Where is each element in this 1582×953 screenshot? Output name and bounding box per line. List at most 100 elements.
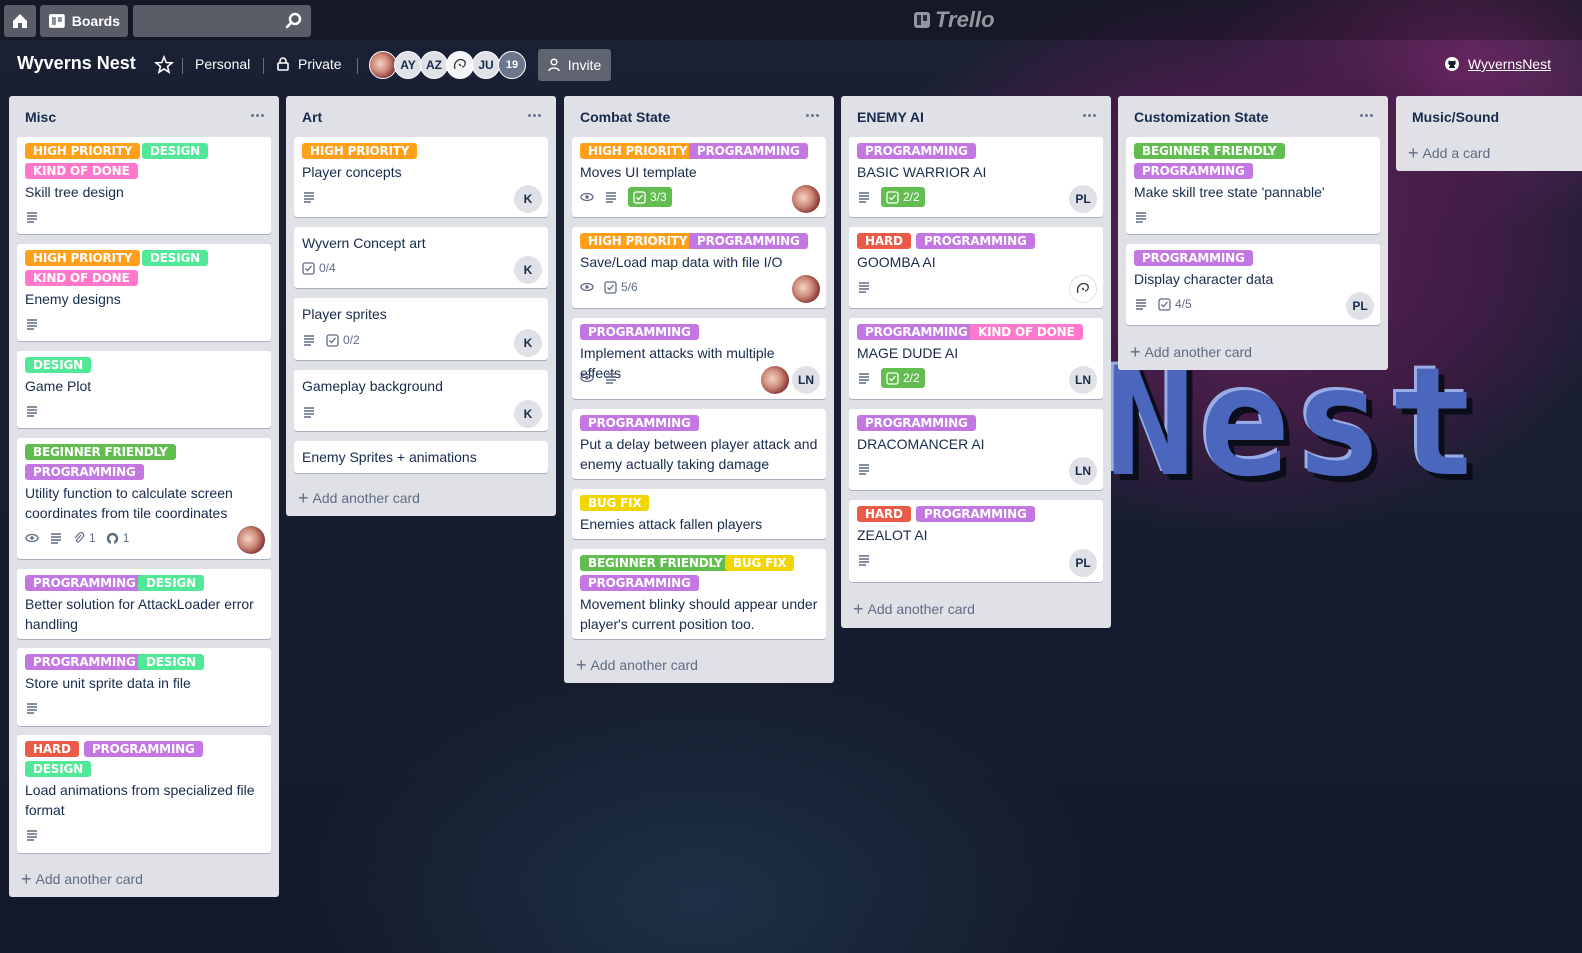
add-card-button[interactable]: + Add another card (1130, 341, 1252, 363)
card[interactable]: HIGH PRIORITY PROGRAMMING Save/Load map … (572, 227, 826, 308)
card-label[interactable]: PROGRAMMING (689, 233, 808, 249)
list-title[interactable]: Music/Sound (1412, 109, 1499, 125)
list-combat-state[interactable]: Combat State HIGH PRIORITY PROGRAMMING M… (564, 96, 834, 683)
add-card-button[interactable]: + Add a card (1408, 142, 1490, 164)
card-label[interactable]: DESIGN (25, 357, 91, 373)
card[interactable]: HARD PROGRAMMING GOOMBA AI (849, 227, 1103, 308)
card-member-avatar[interactable]: K (514, 400, 542, 428)
member-avatar[interactable]: AY (394, 51, 422, 79)
card[interactable]: BEGINNER FRIENDLY PROGRAMMING Utility fu… (17, 438, 271, 559)
card-label[interactable]: HARD (857, 233, 911, 249)
card[interactable]: PROGRAMMING KIND OF DONE MAGE DUDE AI 2/… (849, 318, 1103, 399)
card[interactable]: PROGRAMMING BASIC WARRIOR AI 2/2 PL (849, 137, 1103, 217)
card-label[interactable]: PROGRAMMING (84, 741, 203, 757)
list-title[interactable]: ENEMY AI (857, 109, 924, 125)
card-label[interactable]: BUG FIX (580, 495, 650, 511)
add-card-button[interactable]: + Add another card (853, 598, 975, 620)
star-icon[interactable] (153, 54, 175, 76)
card-label[interactable]: PROGRAMMING (916, 233, 1035, 249)
search-input[interactable] (133, 5, 311, 37)
list-enemy-ai[interactable]: ENEMY AI PROGRAMMING BASIC WARRIOR AI 2/… (841, 96, 1111, 628)
card[interactable]: HIGH PRIORITY DESIGN KIND OF DONE Skill … (17, 137, 271, 234)
card[interactable]: PROGRAMMING Display character data 4/5 P… (1126, 244, 1380, 325)
card-label[interactable]: HARD (857, 506, 911, 522)
card-member-avatar[interactable] (792, 185, 820, 213)
card[interactable]: BEGINNER FRIENDLY BUG FIX PROGRAMMING Mo… (572, 549, 826, 639)
card-label[interactable]: HIGH PRIORITY (25, 250, 141, 266)
card-member-avatar[interactable]: LN (792, 366, 820, 394)
card-label[interactable]: HIGH PRIORITY (25, 143, 141, 159)
list-title[interactable]: Customization State (1134, 109, 1269, 125)
trello-logo[interactable]: Trello (913, 6, 995, 34)
card-member-avatar[interactable] (761, 366, 789, 394)
boards-button[interactable]: Boards (40, 5, 128, 37)
card[interactable]: BUG FIX Enemies attack fallen players (572, 489, 826, 539)
card-member-avatar[interactable]: K (514, 185, 542, 213)
card[interactable]: BEGINNER FRIENDLY PROGRAMMING Make skill… (1126, 137, 1380, 234)
card[interactable]: PROGRAMMING DESIGN Better solution for A… (17, 569, 271, 639)
list-header[interactable]: Art (286, 96, 556, 134)
card-label[interactable]: PROGRAMMING (25, 575, 144, 591)
card[interactable]: HIGH PRIORITY DESIGN KIND OF DONE Enemy … (17, 244, 271, 341)
card-label[interactable]: DESIGN (25, 761, 91, 777)
card-label[interactable]: PROGRAMMING (25, 654, 144, 670)
card-label[interactable]: DESIGN (138, 654, 204, 670)
card[interactable]: HARD PROGRAMMING DESIGN Load animations … (17, 735, 271, 853)
card-member-avatar[interactable] (237, 526, 265, 554)
card[interactable]: PROGRAMMING DESIGN Store unit sprite dat… (17, 648, 271, 726)
card-label[interactable]: PROGRAMMING (916, 506, 1035, 522)
card-member-avatar[interactable]: K (514, 329, 542, 357)
list-header[interactable]: Customization State (1118, 96, 1388, 134)
list-music-sound[interactable]: Music/Sound + Add a card (1396, 96, 1582, 171)
card-label[interactable]: DESIGN (142, 250, 208, 266)
list-menu-icon[interactable] (528, 108, 544, 122)
card-label[interactable]: BEGINNER FRIENDLY (25, 444, 176, 460)
card-label[interactable]: DESIGN (138, 575, 204, 591)
list-art[interactable]: Art HIGH PRIORITY Player concepts K Wyve… (286, 96, 556, 516)
member-count-badge[interactable]: 19 (498, 51, 526, 79)
card-label[interactable]: PROGRAMMING (580, 575, 699, 591)
card-member-avatar[interactable]: K (514, 256, 542, 284)
card[interactable]: DESIGN Game Plot (17, 351, 271, 428)
card-member-avatar[interactable]: LN (1069, 457, 1097, 485)
card-label[interactable]: KIND OF DONE (970, 324, 1083, 340)
card-label[interactable]: PROGRAMMING (1134, 163, 1253, 179)
card-member-avatar[interactable] (792, 275, 820, 303)
card-label[interactable]: HIGH PRIORITY (580, 143, 696, 159)
invite-button[interactable]: Invite (538, 49, 611, 81)
card-member-avatar[interactable]: PL (1069, 549, 1097, 577)
list-menu-icon[interactable] (806, 108, 822, 122)
board-title[interactable]: Wyverns Nest (17, 53, 136, 74)
card-label[interactable]: KIND OF DONE (25, 163, 138, 179)
member-avatar[interactable]: JU (472, 51, 500, 79)
member-avatar[interactable]: AZ (420, 51, 448, 79)
member-avatar[interactable] (369, 51, 397, 79)
list-title[interactable]: Misc (25, 109, 56, 125)
card-member-avatar[interactable] (1069, 275, 1097, 303)
card[interactable]: HARD PROGRAMMING ZEALOT AI PL (849, 500, 1103, 582)
card-label[interactable]: HARD (25, 741, 79, 757)
card-label[interactable]: HIGH PRIORITY (580, 233, 696, 249)
add-card-button[interactable]: + Add another card (298, 487, 420, 509)
card-member-avatar[interactable]: PL (1069, 185, 1097, 213)
card[interactable]: Wyvern Concept art 0/4 K (294, 227, 548, 288)
card-label[interactable]: HIGH PRIORITY (302, 143, 418, 159)
card[interactable]: PROGRAMMING Put a delay between player a… (572, 409, 826, 479)
list-misc[interactable]: Misc HIGH PRIORITY DESIGN KIND OF DONE S… (9, 96, 279, 897)
card-label[interactable]: PROGRAMMING (857, 324, 976, 340)
add-card-button[interactable]: + Add another card (576, 654, 698, 676)
card-label[interactable]: PROGRAMMING (1134, 250, 1253, 266)
visibility-button[interactable]: Private (276, 56, 342, 72)
card-member-avatar[interactable]: LN (1069, 366, 1097, 394)
add-card-button[interactable]: + Add another card (21, 868, 143, 890)
card-label[interactable]: PROGRAMMING (689, 143, 808, 159)
github-power-up-link[interactable]: WyvernsNest (1444, 56, 1551, 72)
list-menu-icon[interactable] (1360, 108, 1376, 122)
card[interactable]: HIGH PRIORITY PROGRAMMING Moves UI templ… (572, 137, 826, 217)
card-member-avatar[interactable]: PL (1346, 292, 1374, 320)
home-button[interactable] (4, 5, 36, 37)
list-title[interactable]: Art (302, 109, 322, 125)
card[interactable]: Player sprites 0/2 K (294, 298, 548, 360)
list-customization-state[interactable]: Customization State BEGINNER FRIENDLY PR… (1118, 96, 1388, 370)
list-header[interactable]: ENEMY AI (841, 96, 1111, 134)
